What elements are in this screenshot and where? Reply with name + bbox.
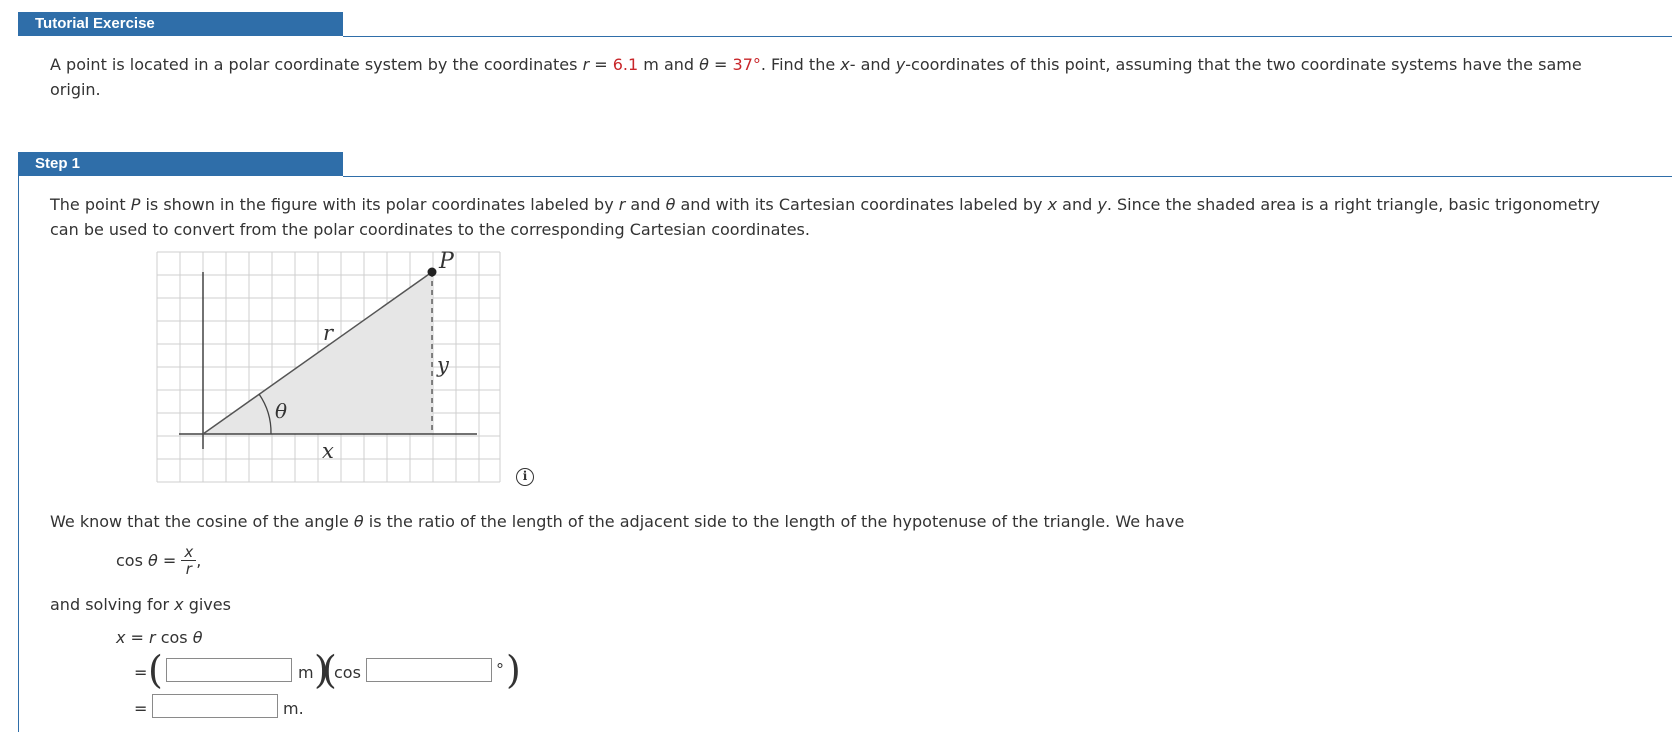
x-variable: x [840,55,850,74]
problem-text-1: A point is located in a polar coordinate… [50,55,583,74]
cosine-text-a: We know that the cosine of the angle [50,512,354,531]
r-input-field[interactable] [166,658,292,682]
intro-text-a: The point [50,195,131,214]
step1-intro-line2: can be used to convert from the polar co… [50,220,810,239]
point-P: P [130,195,141,214]
x-equation: x = r cos θ [116,628,203,647]
cos-lhs: cos [116,551,149,570]
solving-text: and solving for x gives [50,592,231,617]
cos-label: cos [334,663,361,682]
cos-equation: cos θ = xr, [116,544,201,577]
problem-text-3: - and [849,55,896,74]
theta-value: 37° [732,55,761,74]
theta-variable: θ [699,55,709,74]
cosine-explanation: We know that the cosine of the angle θ i… [50,509,1184,534]
cos-comma: , [196,551,202,570]
point-P-dot [427,267,437,277]
unit-m-label: m [298,663,314,682]
cosine-theta: θ [353,512,364,531]
eq-x-r: r [149,628,156,647]
y-label: y [1097,195,1107,214]
cos-theta: θ [148,551,158,570]
eq-x-eq: = [125,628,150,647]
polar-coordinates-figure: P r y θ x [156,250,501,483]
theta-input-field[interactable] [366,658,492,682]
intro-text-c: and with its Cartesian coordinates label… [675,195,1048,214]
info-icon[interactable]: i [516,468,534,486]
problem-statement-line2: origin. [50,80,101,99]
fraction-denominator: r [185,560,192,578]
eq-x-cos: cos [155,628,193,647]
tutorial-header-line [343,36,1672,37]
tutorial-exercise-tab: Tutorial Exercise [18,12,343,36]
unit-m-dot-label: m. [283,699,304,718]
label-x: x [322,439,334,463]
step1-header-line [343,176,1672,177]
equals-sign: = [589,55,613,74]
solving-text-b: gives [183,595,231,614]
intro-text-b: is shown in the figure with its polar co… [140,195,619,214]
problem-text-4: -coordinates of this point, assuming tha… [905,55,1582,74]
solving-x: x [174,595,184,614]
x-label: x [1047,195,1058,214]
cosine-text-b: is the ratio of the length of the adjace… [363,512,1185,531]
fraction-x-over-r: xr [181,544,197,578]
cos-eq: = [157,551,182,570]
x-result-input-field[interactable] [152,694,278,718]
label-y: y [436,353,450,377]
and-text-1: and [625,195,666,214]
label-P: P [438,250,455,274]
intro-text-d: . Since the shaded area is a right trian… [1106,195,1600,214]
label-theta: θ [275,399,287,423]
fraction-numerator: x [181,544,197,561]
y-variable: y [895,55,906,74]
equals-row1: = [134,663,148,682]
degree-label: ° [496,660,504,679]
theta-label: θ [665,195,676,214]
equals-row2: = [134,699,148,718]
step1-tab: Step 1 [18,152,343,176]
equals-sign-2: = [708,55,733,74]
step1-left-border [18,176,19,732]
problem-statement: A point is located in a polar coordinate… [50,52,1640,77]
eq-x-theta: θ [192,628,203,647]
problem-text-unit: m and [638,55,700,74]
and-text-2: and [1057,195,1098,214]
solving-text-a: and solving for [50,595,175,614]
right-paren-2: ) [506,648,521,692]
left-paren-1: ( [148,648,163,692]
step1-intro: The point P is shown in the figure with … [50,192,1650,217]
r-value: 6.1 [612,55,639,74]
problem-text-2: . Find the [760,55,841,74]
